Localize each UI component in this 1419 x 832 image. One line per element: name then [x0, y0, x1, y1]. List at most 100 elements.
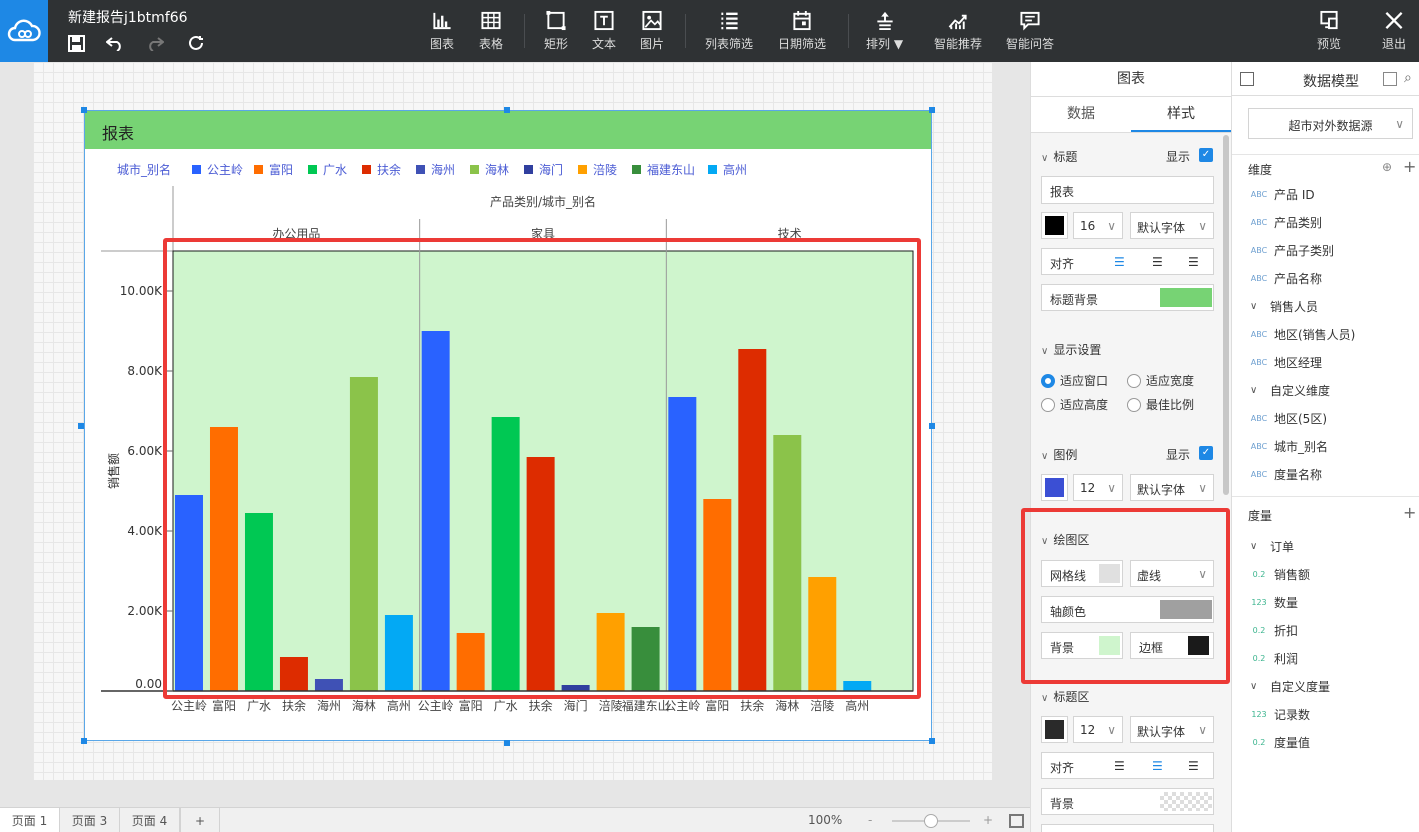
label-background-swatch[interactable]: [1160, 792, 1212, 811]
resize-handle[interactable]: [81, 107, 87, 113]
zoom-slider-handle[interactable]: [924, 814, 938, 828]
fit-screen-icon[interactable]: [1009, 814, 1024, 828]
label-font-size-select[interactable]: 12 ∨: [1073, 716, 1123, 743]
globe-icon[interactable]: ⊕: [1382, 160, 1392, 174]
field-item[interactable]: ABC 产品类别: [1232, 208, 1419, 236]
radio-fit-window[interactable]: [1041, 374, 1055, 388]
add-measure-icon[interactable]: +: [1403, 503, 1416, 522]
field-item[interactable]: 0.2 折扣: [1232, 616, 1419, 644]
page-tab-3[interactable]: 页面 3: [60, 808, 120, 832]
legend-section-header[interactable]: ∨ 图例: [1041, 446, 1077, 463]
grid-line-color-row[interactable]: 网格线: [1041, 560, 1123, 587]
toolbar-chart[interactable]: 图表: [430, 10, 454, 52]
title-color-picker[interactable]: [1041, 212, 1068, 239]
field-item[interactable]: ABC 度量名称: [1232, 460, 1419, 488]
resize-handle[interactable]: [78, 423, 84, 429]
field-item[interactable]: 0.2 利润: [1232, 644, 1419, 672]
label-font-select[interactable]: 默认字体 ∨: [1130, 716, 1214, 743]
undo-icon[interactable]: [105, 33, 125, 53]
radio-fit-height[interactable]: [1041, 398, 1055, 412]
toolbar-exit[interactable]: 退出: [1382, 10, 1406, 52]
radio-best-ratio[interactable]: [1127, 398, 1141, 412]
toolbar-date-filter[interactable]: 日期筛选: [778, 10, 826, 52]
zoom-out-icon[interactable]: -: [868, 808, 872, 832]
toolbar-smart-recommend[interactable]: 智能推荐: [934, 10, 982, 52]
field-item[interactable]: ABC 城市_别名: [1232, 432, 1419, 460]
field-item[interactable]: ABC 地区(5区): [1232, 404, 1419, 432]
chart-widget[interactable]: 报表 城市_别名 公主岭 富阳 广水 扶余 海州 海林 海门 涪陵 福建东山 高州 产品类别/城市_别…: [84, 110, 932, 741]
label-section-header[interactable]: ∨ 标题区: [1041, 688, 1089, 705]
field-item[interactable]: 0.2 度量值: [1232, 728, 1419, 756]
redo-icon[interactable]: [145, 33, 165, 53]
resize-handle[interactable]: [929, 107, 935, 113]
legend-font-size-select[interactable]: 12 ∨: [1073, 474, 1123, 501]
folder-item[interactable]: ∨ 自定义维度: [1232, 376, 1419, 404]
align-right-icon[interactable]: ☰: [1188, 255, 1199, 269]
page-tab-1[interactable]: 页面 1: [0, 808, 60, 832]
resize-handle[interactable]: [504, 740, 510, 746]
title-show-checkbox[interactable]: ✓: [1199, 148, 1213, 162]
resize-handle[interactable]: [929, 423, 935, 429]
field-item[interactable]: 123 数量: [1232, 588, 1419, 616]
scrollbar[interactable]: [1223, 135, 1229, 495]
document-title[interactable]: 新建报告j1btmf66: [68, 7, 188, 27]
align-left-icon[interactable]: ☰: [1114, 255, 1125, 269]
plot-section-header[interactable]: ∨ 绘图区: [1041, 531, 1089, 548]
folder-item[interactable]: ∨ 销售人员: [1232, 292, 1419, 320]
collapse-panel-icon[interactable]: [1240, 72, 1254, 86]
toolbar-table[interactable]: 表格: [479, 10, 503, 52]
field-item[interactable]: ABC 地区(销售人员): [1232, 320, 1419, 348]
title-font-select[interactable]: 默认字体 ∨: [1130, 212, 1214, 239]
add-dimension-icon[interactable]: +: [1403, 157, 1416, 176]
plot-border-row[interactable]: 边框: [1130, 632, 1214, 659]
toolbar-image[interactable]: 图片: [640, 10, 664, 52]
tab-style[interactable]: 样式: [1131, 97, 1231, 132]
refresh-icon[interactable]: [186, 33, 206, 53]
legend-color-picker[interactable]: [1041, 474, 1068, 501]
label-color-picker[interactable]: [1041, 716, 1068, 743]
title-section-header[interactable]: ∨ 标题: [1041, 148, 1077, 165]
toolbar-rect[interactable]: 矩形: [544, 10, 568, 52]
title-text-input[interactable]: 报表: [1041, 176, 1214, 204]
field-item[interactable]: 0.2 销售额: [1232, 560, 1419, 588]
align-center-icon[interactable]: ☰: [1152, 255, 1163, 269]
search-icon[interactable]: ⌕: [1404, 70, 1412, 86]
page-tab-4[interactable]: 页面 4: [120, 808, 180, 832]
field-item[interactable]: ABC 产品名称: [1232, 264, 1419, 292]
zoom-in-icon[interactable]: +: [983, 808, 993, 832]
radio-fit-width[interactable]: [1127, 374, 1141, 388]
align-left-icon[interactable]: ☰: [1114, 759, 1125, 773]
title-background-swatch[interactable]: [1160, 288, 1212, 307]
cloud-logo-icon[interactable]: [0, 0, 48, 62]
toolbar-preview[interactable]: 预览: [1317, 10, 1341, 52]
data-source-select[interactable]: 超市对外数据源 ∨: [1248, 108, 1413, 139]
toolbar-arrange[interactable]: 排列 ▼: [866, 10, 903, 52]
field-item[interactable]: ABC 地区经理: [1232, 348, 1419, 376]
resize-handle[interactable]: [81, 738, 87, 744]
align-right-icon[interactable]: ☰: [1188, 759, 1199, 773]
field-item[interactable]: ABC 产品子类别: [1232, 236, 1419, 264]
align-center-icon[interactable]: ☰: [1152, 759, 1163, 773]
grid-view-icon[interactable]: [1383, 72, 1397, 86]
save-icon[interactable]: [66, 33, 86, 53]
axis-color-swatch[interactable]: [1160, 600, 1212, 619]
toolbar-smart-qa[interactable]: 智能问答: [1006, 10, 1054, 52]
resize-handle[interactable]: [929, 738, 935, 744]
tab-data[interactable]: 数据: [1031, 97, 1131, 132]
display-section-header[interactable]: ∨ 显示设置: [1041, 341, 1101, 358]
field-item[interactable]: 123 记录数: [1232, 700, 1419, 728]
zoom-slider[interactable]: [892, 814, 970, 828]
field-item[interactable]: ABC 产品 ID: [1232, 180, 1419, 208]
add-page-button[interactable]: +: [180, 808, 220, 832]
toolbar-text[interactable]: 文本: [592, 10, 616, 52]
plot-background-row[interactable]: 背景: [1041, 632, 1123, 659]
folder-item[interactable]: ∨ 自定义度量: [1232, 672, 1419, 700]
title-font-size-select[interactable]: 16 ∨: [1073, 212, 1123, 239]
legend-show-checkbox[interactable]: ✓: [1199, 446, 1213, 460]
legend-font-select[interactable]: 默认字体 ∨: [1130, 474, 1214, 501]
grid-style-select[interactable]: 虚线 ∨: [1130, 560, 1214, 587]
resize-handle[interactable]: [504, 107, 510, 113]
toolbar-list-filter[interactable]: 列表筛选: [705, 10, 753, 52]
folder-item[interactable]: ∨ 订单: [1232, 532, 1419, 560]
data-model-title: 数据模型: [1303, 74, 1359, 90]
